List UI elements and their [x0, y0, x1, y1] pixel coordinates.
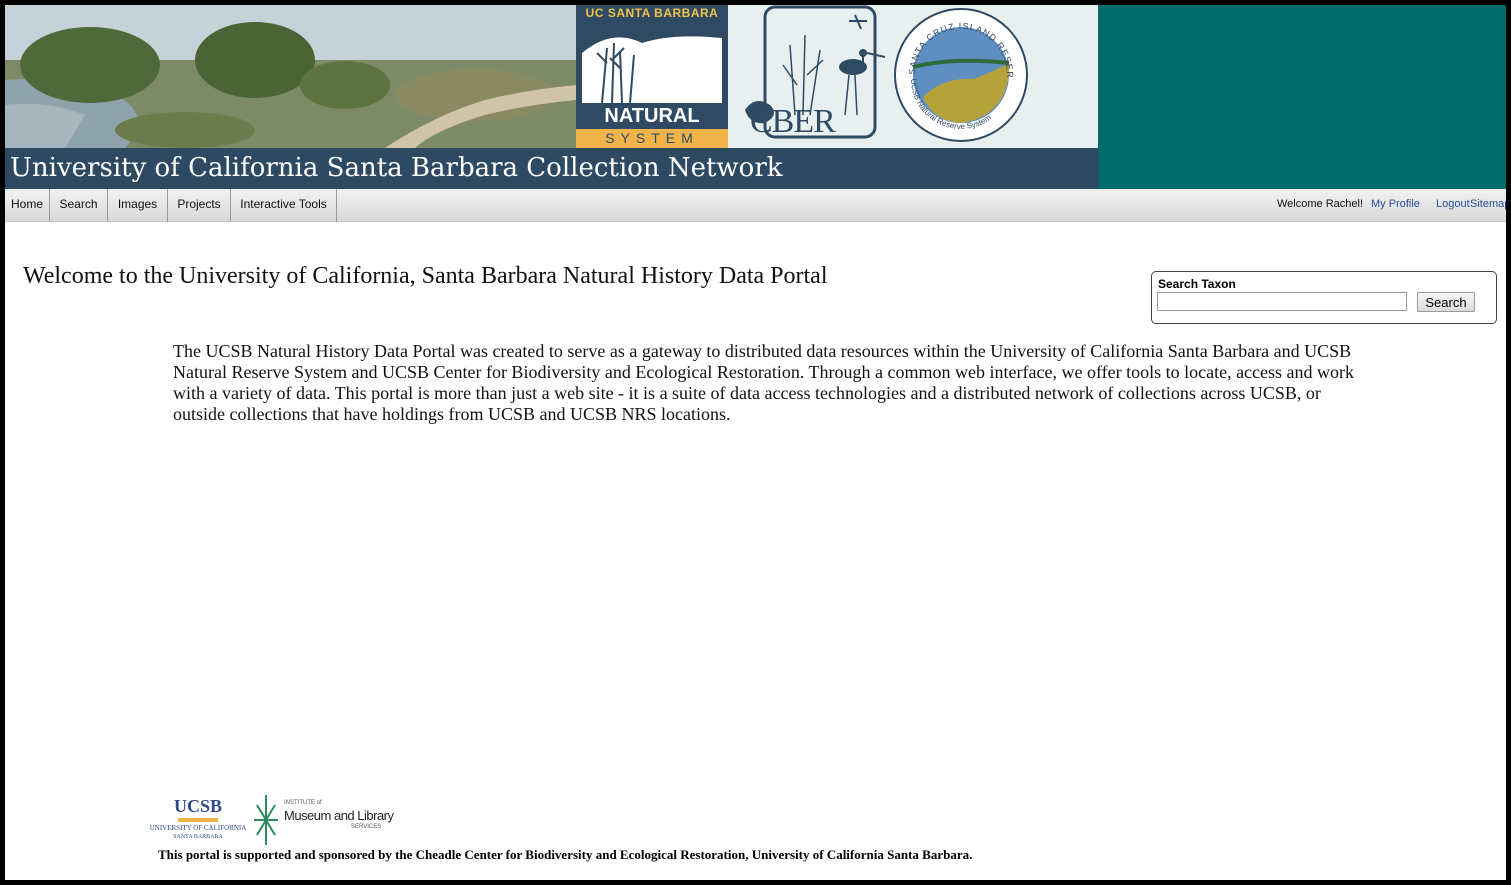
search-taxon-button[interactable]: Search	[1417, 292, 1475, 312]
imls-star-graphic	[254, 795, 278, 845]
imls-logo: INSTITUTE of Museum and Library SERVICES	[251, 790, 411, 850]
ucsb-logo-text: UCSB	[173, 796, 222, 816]
landscape-photo	[5, 5, 576, 148]
sitemap-link-text[interactable]: Sitemap	[1470, 198, 1506, 210]
footer-logos: UCSB UNIVERSITY OF CALIFORNIA SANTA BARB…	[148, 790, 408, 850]
nrs-logo-graphic	[582, 36, 722, 103]
natural-reserve-system-logo: UC SANTA BARBARA NATURAL RESERVE SYSTEM	[576, 5, 728, 153]
imls-logo-bottom-text: SERVICES	[351, 824, 382, 830]
nrs-logo-bottom-text: SYSTEM	[576, 129, 728, 148]
nav-item-interactive-tools[interactable]: Interactive Tools	[231, 189, 337, 222]
logout-link[interactable]: Logout	[1436, 189, 1470, 222]
banner-images: UC SANTA BARBARA NATURAL RESERVE SYSTEM	[5, 5, 1098, 189]
intro-paragraph: The UCSB Natural History Data Portal was…	[173, 341, 1355, 424]
site-title-bar: University of California Santa Barbara C…	[5, 148, 1098, 189]
search-taxon-input[interactable]	[1157, 292, 1407, 311]
logout-link-text[interactable]: Logout	[1436, 198, 1470, 210]
imls-logo-main-text: Museum and Library	[284, 808, 394, 823]
nav-item-home[interactable]: Home	[5, 189, 50, 222]
search-taxon-label: Search Taxon	[1158, 277, 1236, 291]
header-banner: UC SANTA BARBARA NATURAL RESERVE SYSTEM	[5, 5, 1506, 189]
ucsb-logo: UCSB UNIVERSITY OF CALIFORNIA SANTA BARB…	[148, 796, 248, 848]
my-profile-link-text[interactable]: My Profile	[1371, 198, 1420, 210]
welcome-text: Welcome Rachel!	[1277, 198, 1363, 210]
nrs-logo-middle-text: NATURAL RESERVE	[604, 105, 700, 153]
ucsb-logo-stripe	[178, 818, 218, 822]
ucsb-logo-subtext-2: SANTA BARBARA	[173, 834, 223, 840]
imls-logo-top-text: INSTITUTE of	[284, 800, 322, 806]
sitemap-link[interactable]: Sitemap	[1470, 189, 1506, 222]
cber-logo-text: CBER	[750, 103, 836, 140]
cber-logo: CBER	[735, 5, 895, 148]
search-taxon-box: Search Taxon Search	[1151, 271, 1497, 324]
footer-sponsor-text: This portal is supported and sponsored b…	[158, 847, 973, 862]
my-profile-link[interactable]: My Profile	[1371, 189, 1420, 222]
nav-item-images[interactable]: Images	[108, 189, 168, 222]
site-title: University of California Santa Barbara C…	[10, 153, 783, 183]
nav-item-search[interactable]: Search	[50, 189, 108, 222]
page-frame: UC SANTA BARBARA NATURAL RESERVE SYSTEM	[5, 5, 1506, 880]
nav-item-projects[interactable]: Projects	[168, 189, 231, 222]
santa-cruz-island-reserve-logo: SANTA CRUZ ISLAND RESERVE UCSB Natural R…	[889, 5, 1029, 143]
main-nav: Home Search Images Projects Interactive …	[5, 189, 1506, 222]
nrs-logo-top-text: UC SANTA BARBARA	[585, 6, 719, 20]
ucsb-logo-subtext-1: UNIVERSITY OF CALIFORNIA	[149, 824, 247, 832]
page-heading: Welcome to the University of California,…	[23, 263, 828, 289]
